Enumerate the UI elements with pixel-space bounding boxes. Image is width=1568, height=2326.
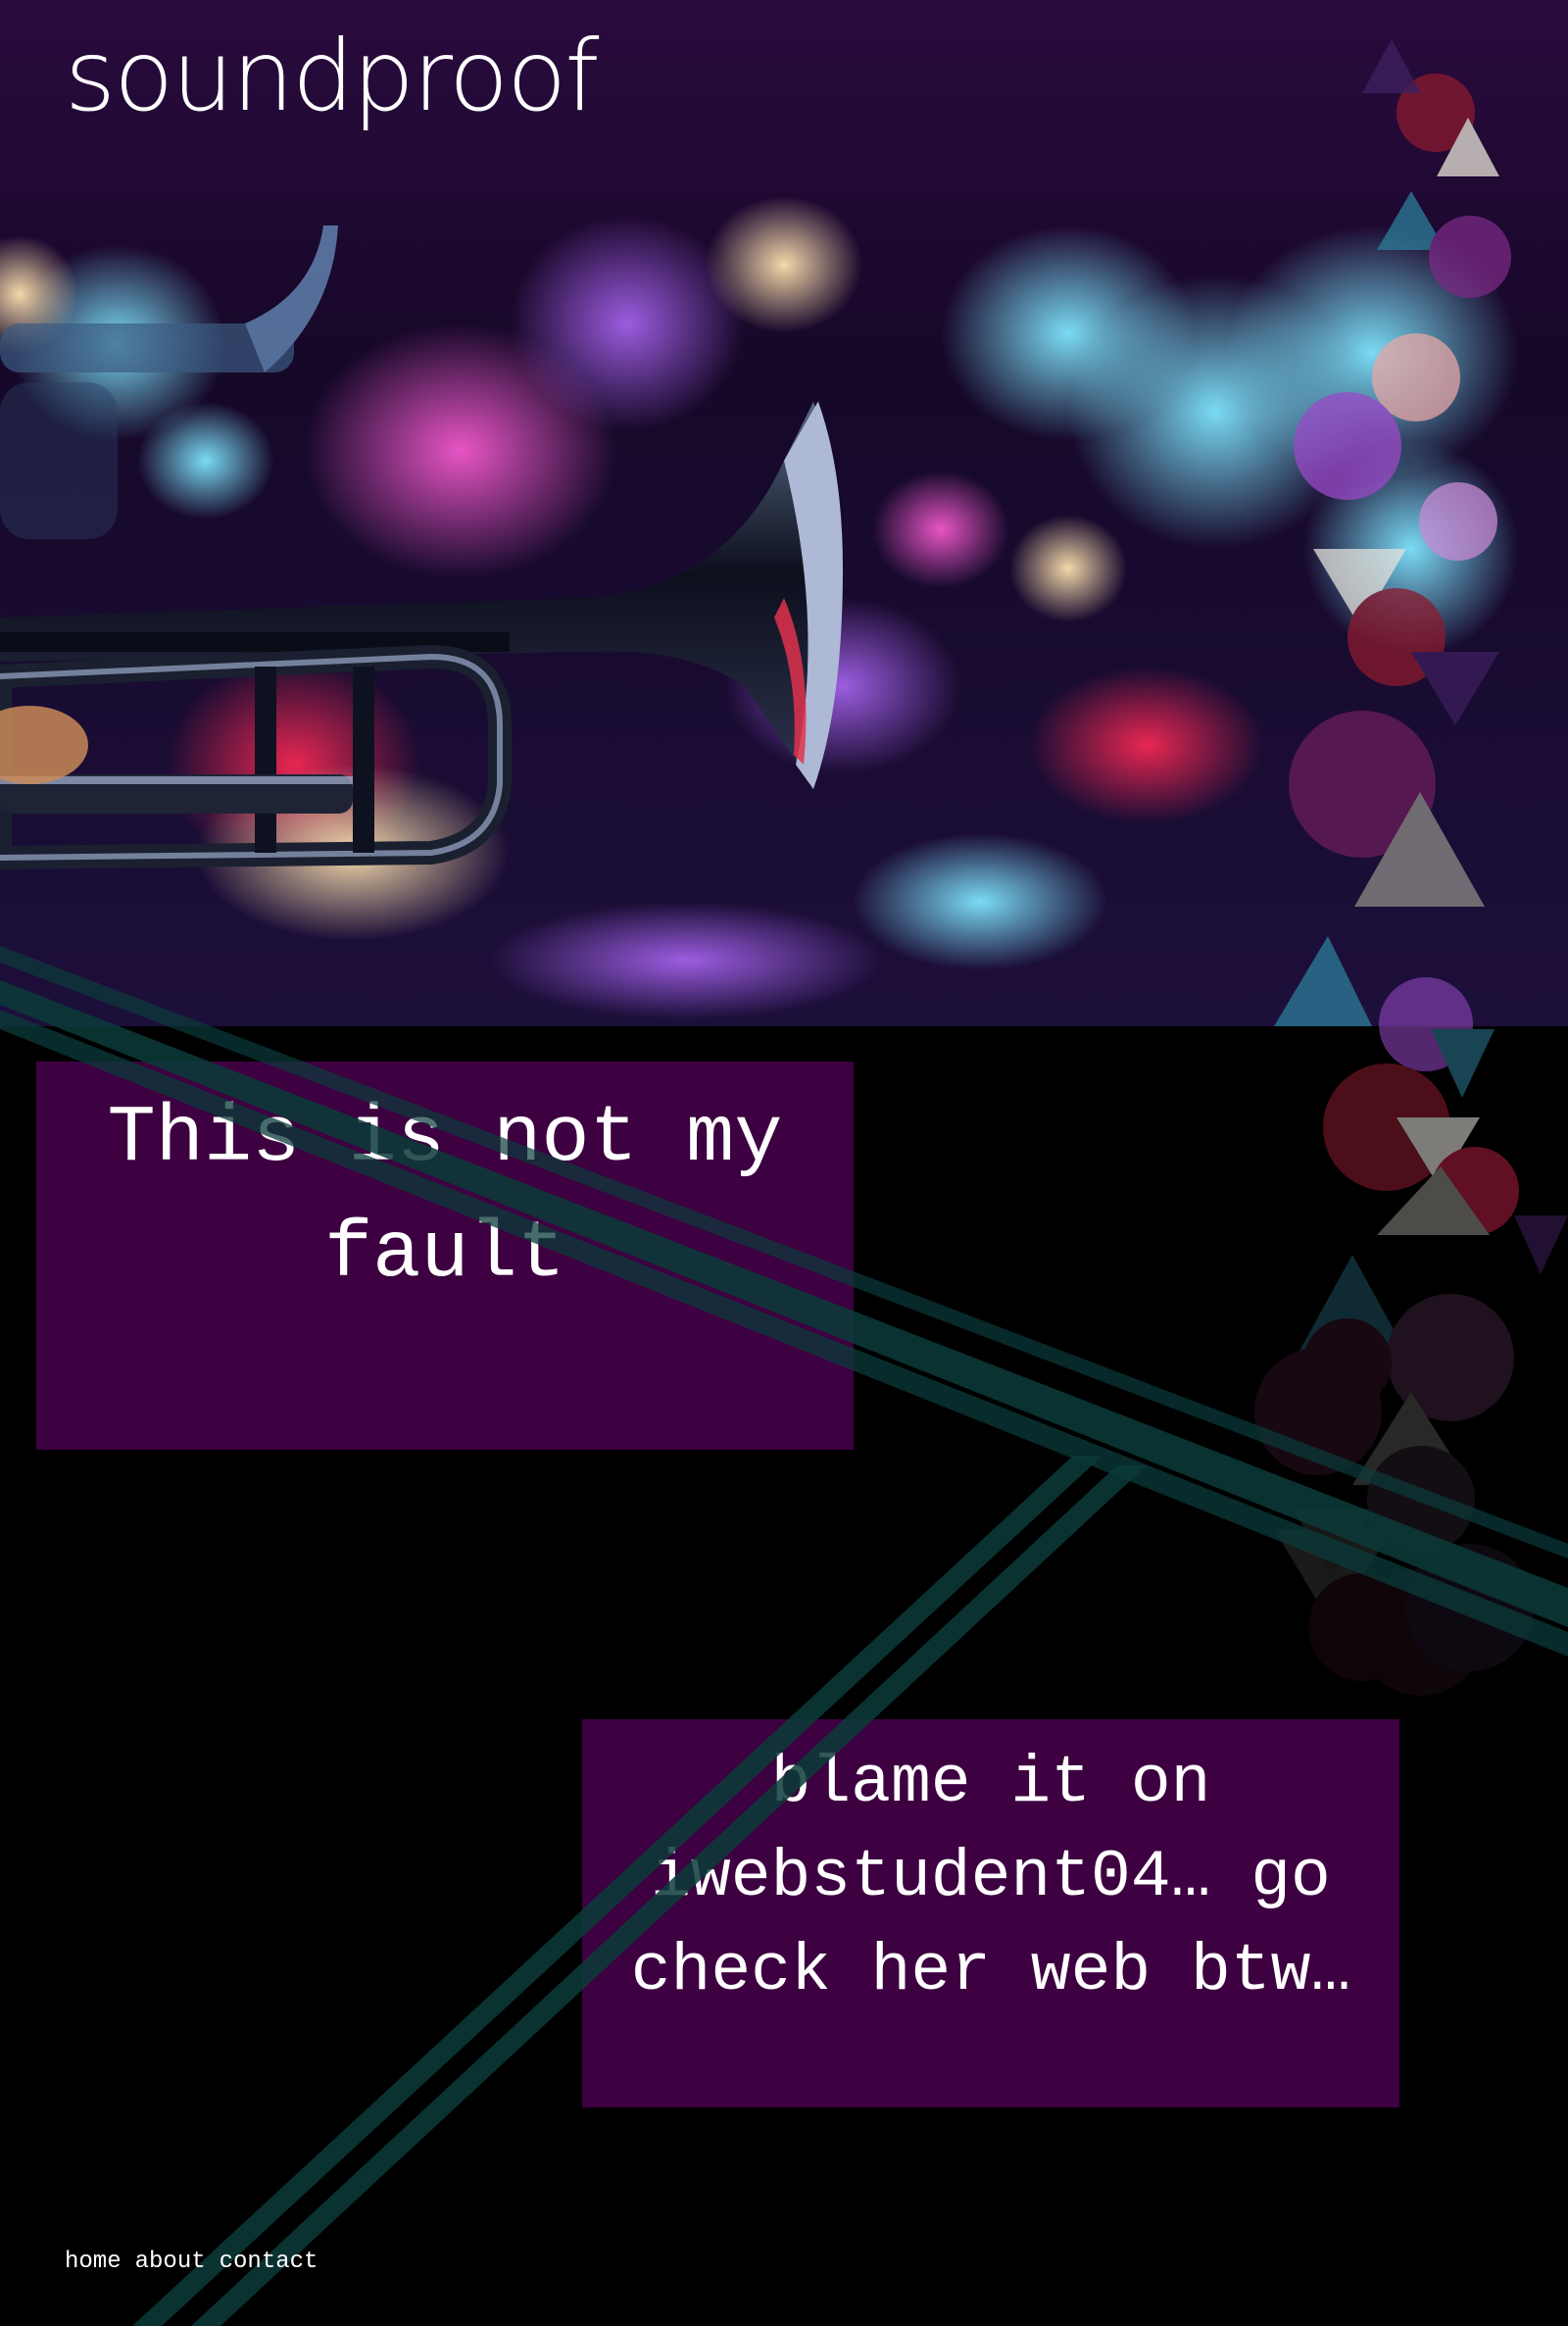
card-message: blame it on iwebstudent04… go check her … (630, 1746, 1351, 2009)
quote-card-primary: This is not my fault (36, 1062, 854, 1450)
card-heading: This is not my fault (107, 1093, 783, 1300)
nav-link-about[interactable]: about (135, 2249, 206, 2275)
footer-nav: home about contact (65, 2249, 318, 2275)
hero-photo (0, 0, 1568, 1026)
quote-card-secondary: blame it on iwebstudent04… go check her … (582, 1719, 1399, 2107)
site-logo[interactable]: soundproof (65, 18, 599, 135)
hero-image (0, 0, 1568, 1026)
nav-link-home[interactable]: home (65, 2249, 122, 2275)
nav-link-contact[interactable]: contact (220, 2249, 318, 2275)
geometric-shapes (1254, 977, 1568, 1696)
